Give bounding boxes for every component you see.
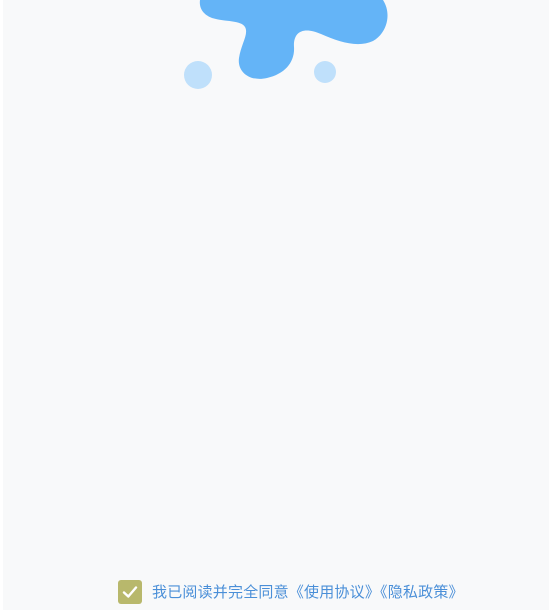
agreement-checkbox[interactable]	[118, 580, 142, 604]
splash-screen: 我已阅读并完全同意《使用协议》《隐私政策》	[3, 0, 549, 610]
agreement-text: 我已阅读并完全同意《使用协议》《隐私政策》	[152, 580, 464, 604]
privacy-link[interactable]: 《隐私政策》	[380, 583, 464, 601]
terms-link[interactable]: 《使用协议》	[289, 583, 380, 601]
splash-blob	[199, 0, 388, 79]
agreement-row: 我已阅读并完全同意《使用协议》《隐私政策》	[118, 579, 464, 605]
splash-dot-left	[184, 61, 212, 89]
paint-splash-icon	[184, 0, 388, 89]
splash-dot-right	[314, 61, 336, 83]
checkmark-icon	[122, 586, 138, 598]
agreement-prefix: 我已阅读并完全同意	[152, 583, 289, 601]
